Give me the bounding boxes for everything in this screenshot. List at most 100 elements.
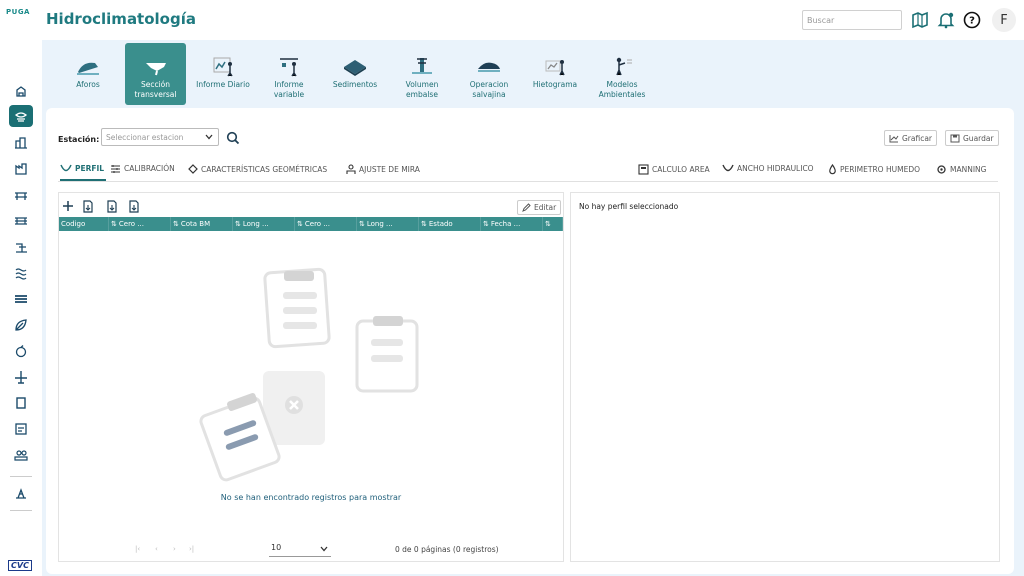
aforos-icon (75, 51, 101, 77)
sidebar-item-bridge[interactable] (9, 184, 33, 206)
prev-page-icon[interactable]: ‹ (155, 545, 158, 553)
chevron-down-icon (204, 132, 214, 144)
tab-ajuste-label: AJUSTE DE MIRA (359, 164, 420, 174)
station-select[interactable]: Seleccionar estacion (101, 128, 219, 146)
column-header-long-1[interactable]: ⇅ Long ... (233, 217, 295, 231)
ribbon-operacion-label: Operacion salvajina (469, 80, 509, 99)
sedimentos-icon (342, 51, 368, 77)
map-settings-icon[interactable] (910, 10, 930, 30)
sidebar-item-report[interactable] (9, 418, 33, 440)
search-input[interactable]: Buscar (802, 10, 902, 30)
tab-manning[interactable]: MANNING (936, 164, 986, 175)
filter-icon[interactable]: ⇅ (483, 220, 489, 228)
sidebar-item-hidroclimatologia[interactable] (9, 105, 33, 127)
column-header-estado[interactable]: ⇅ Estado (419, 217, 481, 231)
column-header-cero-2[interactable]: ⇅ Cero ... (295, 217, 357, 231)
notification-bell-icon[interactable] (936, 10, 956, 30)
page-info: 0 de 0 páginas (0 registros) (395, 545, 499, 554)
column-header-long-2[interactable]: ⇅ Long ... (357, 217, 419, 231)
filter-icon[interactable]: ⇅ (111, 220, 117, 228)
sidebar-item-layers[interactable] (9, 288, 33, 310)
tab-manning-label: MANNING (950, 165, 987, 174)
tab-perimetro-humedo[interactable]: PERIMETRO HUMEDO (828, 164, 920, 175)
ribbon-sedimentos[interactable]: Sedimentos (326, 43, 384, 105)
geometry-icon (188, 164, 198, 174)
sidebar-item-buildings[interactable] (9, 132, 33, 154)
chevron-down-icon (320, 546, 328, 552)
channel-icon (722, 164, 734, 172)
last-page-icon[interactable]: ›| (189, 545, 194, 553)
ribbon-informe-diario[interactable]: Informe Diario (192, 43, 254, 105)
sidebar-item-group[interactable] (9, 444, 33, 466)
profile-chart-panel: No hay perfil seleccionado (570, 192, 1000, 562)
first-page-icon[interactable]: |‹ (135, 545, 140, 553)
filter-icon[interactable]: ⇅ (297, 220, 303, 228)
add-icon[interactable] (61, 199, 75, 213)
ribbon-operacion-salvajina[interactable]: Operacion salvajina (458, 43, 520, 105)
filter-icon[interactable]: ⇅ (421, 220, 427, 228)
next-page-icon[interactable]: › (173, 545, 176, 553)
ribbon-informe-variable-label: Informe variable (273, 80, 305, 99)
sidebar-item-waves[interactable] (9, 262, 33, 284)
informe-diario-icon (210, 51, 236, 77)
empty-records-illustration (199, 267, 419, 482)
grid-header: Codigo ⇅ Cero ... ⇅ Cota BM ⇅ Long ... ⇅ Cer… (59, 217, 563, 231)
edit-button[interactable]: Editar (517, 200, 562, 215)
column-header-label: Codigo (61, 220, 86, 228)
tab-perimetro-label: PERIMETRO HUMEDO (840, 165, 920, 174)
user-avatar[interactable]: F (992, 8, 1016, 32)
graficar-button[interactable]: Graficar (884, 130, 938, 146)
sidebar-item-leaf[interactable] (9, 314, 33, 336)
help-icon[interactable]: ? (962, 10, 982, 30)
ribbon-informe-diario-label: Informe Diario (196, 80, 250, 89)
column-header-label: Estado (428, 220, 453, 228)
export-pdf-icon[interactable] (127, 199, 141, 213)
tab-calibracion[interactable]: CALIBRACIÓN (110, 164, 175, 173)
search-icon[interactable] (226, 130, 240, 149)
column-header-cota-bm[interactable]: ⇅ Cota BM (171, 217, 233, 231)
sidebar-item-tools[interactable] (9, 482, 33, 504)
export-icon[interactable] (81, 199, 95, 213)
column-header-label: Cero ... (118, 220, 144, 228)
sidebar-item-industry[interactable] (9, 158, 33, 180)
ribbon-modelos-label: Modelos Ambientales (598, 80, 646, 99)
sidebar-item-river[interactable] (9, 236, 33, 258)
sidebar-item-book[interactable] (9, 392, 33, 414)
page-title: Hidroclimatología (46, 10, 196, 28)
filter-icon[interactable]: ⇅ (235, 220, 241, 228)
tab-ancho-hidraulico[interactable]: ANCHO HIDRAULICO (722, 164, 814, 173)
guardar-button[interactable]: Guardar (945, 130, 999, 146)
filter-icon[interactable]: ⇅ (359, 220, 365, 228)
column-header-codigo[interactable]: Codigo (59, 217, 109, 231)
ribbon-aforos[interactable]: Aforos (68, 43, 108, 105)
column-header-cero-1[interactable]: ⇅ Cero ... (109, 217, 171, 231)
ribbon-sedimentos-label: Sedimentos (332, 80, 378, 89)
ribbon-modelos-ambientales[interactable]: Modelos Ambientales (590, 43, 654, 105)
ribbon-hietograma[interactable]: Hietograma (526, 43, 584, 105)
tab-caracteristicas[interactable]: CARACTERÍSTICAS GEOMÉTRICAS (188, 164, 327, 174)
sidebar-divider (10, 510, 32, 511)
page-size-select[interactable]: 10 (269, 541, 331, 557)
filter-icon[interactable]: ⇅ (173, 220, 179, 228)
column-header-label: Cero ... (304, 220, 330, 228)
tab-calculo-area[interactable]: CALCULO AREA (638, 164, 710, 175)
ribbon-informe-variable[interactable]: Informe variable (262, 43, 316, 105)
sidebar-item-drop[interactable] (9, 340, 33, 362)
column-header-fecha[interactable]: ⇅ Fecha ... (481, 217, 543, 231)
sidebar-item-dam[interactable] (9, 210, 33, 232)
tab-perfil-label: PERFIL (75, 164, 105, 173)
sidebar-item-plane[interactable] (9, 366, 33, 388)
tab-perfil[interactable]: PERFIL (60, 164, 104, 173)
ribbon-seccion-transversal[interactable]: Sección transversal (125, 43, 186, 105)
column-header-extra[interactable]: ⇅ (543, 217, 563, 231)
app-logo[interactable]: PUGA (6, 8, 30, 16)
no-profile-message: No hay perfil seleccionado (579, 202, 679, 211)
sidebar-item-home[interactable] (9, 80, 33, 102)
export-excel-icon[interactable] (105, 199, 119, 213)
ribbon-volumen-embalse[interactable]: Volumen embalse (394, 43, 450, 105)
filter-icon[interactable]: ⇅ (545, 220, 551, 228)
tab-ajuste-mira[interactable]: AJUSTE DE MIRA (346, 164, 420, 174)
chart-icon (889, 135, 899, 143)
station-label: Estación: (58, 135, 100, 144)
ribbon-hietograma-label: Hietograma (532, 80, 578, 89)
